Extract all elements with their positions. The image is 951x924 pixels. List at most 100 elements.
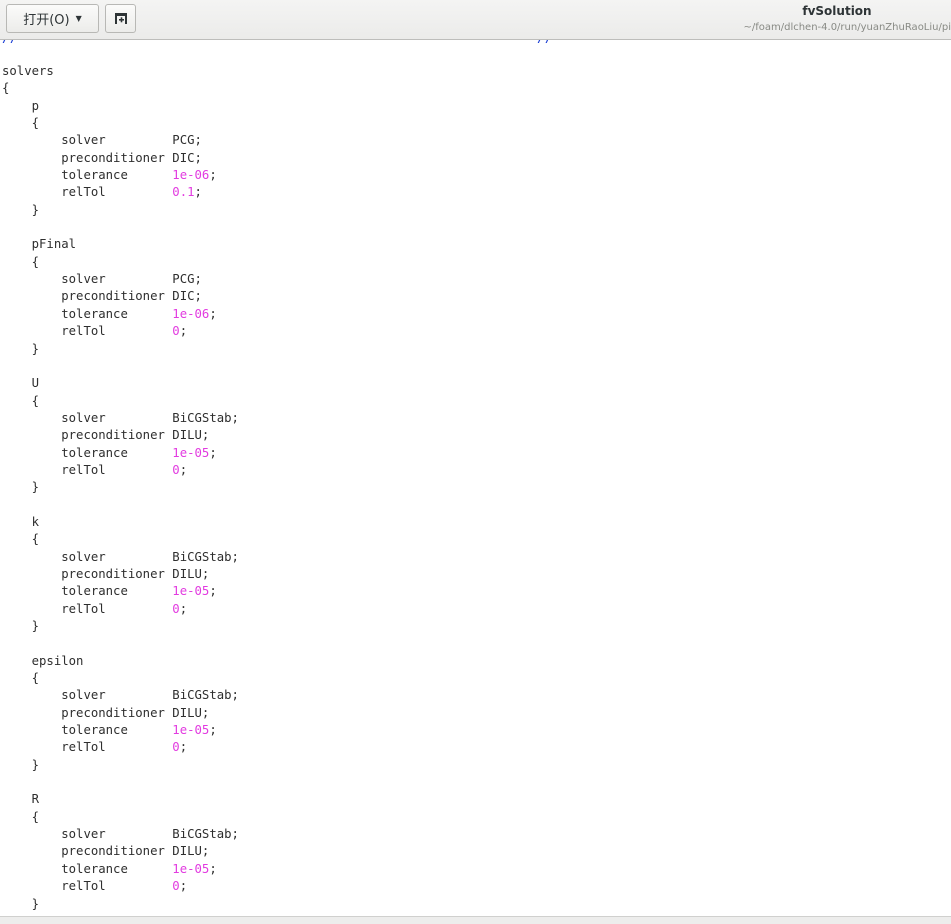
entry-number: 1e-06	[172, 168, 210, 183]
entry-value: BiCGStab;	[172, 688, 239, 703]
entry-value: PCG;	[172, 272, 202, 287]
header-bar: 打开(O) ▼ fvSolution ~/foam/dlchen-4.0/run…	[0, 0, 951, 40]
entry-key: tolerance	[61, 306, 173, 321]
entry-key: tolerance	[61, 861, 173, 876]
line-text: }	[31, 341, 40, 356]
line-text: }	[31, 619, 40, 633]
line-text: {	[31, 254, 40, 269]
text-editor[interactable]: // // solvers { p { solver PCG; precondit…	[0, 40, 951, 916]
entry-key: relTol	[61, 879, 173, 894]
new-tab-icon	[114, 13, 127, 24]
code-line: relTol 0;	[2, 601, 239, 618]
entry-number: 0	[172, 879, 180, 894]
entry-number: 1e-05	[172, 584, 210, 599]
code-line: tolerance 1e-05;	[2, 445, 239, 462]
entry-key: preconditioner	[61, 705, 173, 720]
entry-terminator: ;	[209, 584, 217, 599]
file-path: ~/foam/dlchen-4.0/run/yuanZhuRaoLiu/pi	[743, 22, 951, 33]
entry-terminator: ;	[194, 185, 202, 200]
line-text: R	[31, 792, 40, 807]
entry-terminator: ;	[209, 168, 217, 183]
line-text: k	[31, 514, 40, 529]
entry-value: BiCGStab;	[172, 410, 239, 425]
code-line: solver BiCGStab;	[2, 410, 239, 427]
line-text: pFinal	[31, 237, 77, 252]
code-line: }	[2, 479, 239, 496]
line-text: epsilon	[31, 653, 84, 668]
line-text: {	[31, 671, 40, 686]
line-text: U	[31, 376, 40, 391]
entry-terminator: ;	[179, 324, 188, 339]
code-line: tolerance 1e-05;	[2, 861, 239, 878]
code-content: solvers { p { solver PCG; preconditioner …	[2, 63, 239, 913]
code-line: }	[2, 618, 239, 635]
entry-key: tolerance	[61, 584, 173, 599]
code-line: {	[2, 393, 239, 410]
code-line: solver PCG;	[2, 132, 239, 149]
code-line: epsilon	[2, 653, 239, 670]
entry-number: 0	[172, 601, 180, 616]
code-line: p	[2, 98, 239, 115]
code-line: solver BiCGStab;	[2, 826, 239, 843]
entry-key: solver	[61, 410, 173, 425]
entry-key: tolerance	[61, 723, 173, 738]
entry-key: tolerance	[61, 445, 173, 460]
code-line: preconditioner DIC;	[2, 150, 239, 167]
code-line: pFinal	[2, 236, 239, 253]
bottom-scroll-area[interactable]	[0, 916, 951, 924]
entry-value: DIC;	[172, 289, 202, 304]
code-line: preconditioner DIC;	[2, 288, 239, 305]
entry-terminator: ;	[209, 445, 217, 460]
entry-terminator: ;	[179, 879, 188, 894]
entry-value: BiCGStab;	[172, 827, 239, 842]
code-line: {	[2, 254, 239, 271]
title-block: fvSolution ~/foam/dlchen-4.0/run/yuanZhu…	[651, 0, 951, 40]
entry-key: preconditioner	[61, 289, 173, 304]
code-line: tolerance 1e-06;	[2, 306, 239, 323]
entry-terminator: ;	[209, 306, 217, 321]
code-line: }	[2, 202, 239, 219]
entry-value: DILU;	[172, 566, 210, 581]
entry-value: DILU;	[172, 844, 210, 859]
open-button[interactable]: 打开(O) ▼	[6, 4, 99, 33]
code-line: }	[2, 341, 239, 358]
chevron-down-icon: ▼	[75, 14, 82, 23]
entry-number: 0	[172, 324, 180, 339]
entry-key: relTol	[61, 462, 173, 477]
entry-key: preconditioner	[61, 428, 173, 443]
entry-terminator: ;	[179, 462, 188, 477]
new-tab-button[interactable]	[105, 4, 136, 33]
entry-value: DILU;	[172, 428, 210, 443]
line-text: }	[31, 896, 40, 911]
line-text: }	[31, 480, 40, 495]
entry-key: relTol	[61, 740, 173, 755]
entry-key: solver	[61, 827, 173, 842]
entry-number: 1e-05	[172, 445, 210, 460]
